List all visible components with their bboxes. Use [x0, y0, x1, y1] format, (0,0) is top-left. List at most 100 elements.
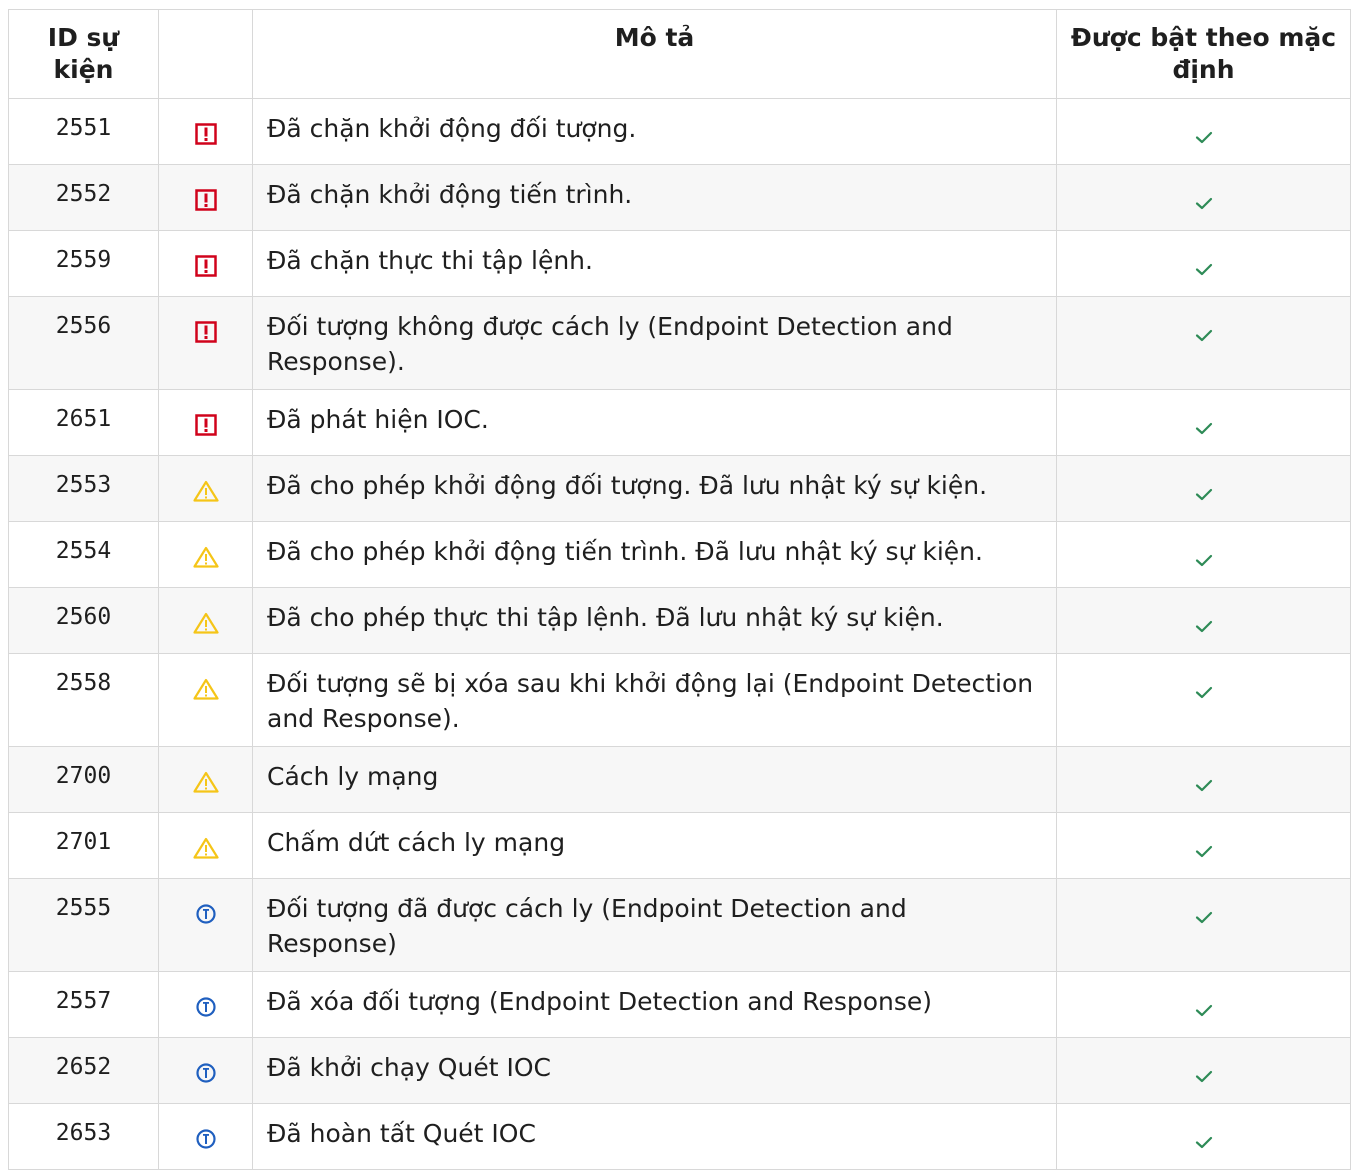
event-id-cell: 2701 — [8, 812, 159, 879]
enabled-cell — [1056, 521, 1351, 588]
warning-icon — [192, 767, 219, 802]
check-icon — [1194, 542, 1214, 577]
table-row: 2559 Đã chặn thực thi tập lệnh. — [8, 230, 1351, 297]
warning-icon — [192, 833, 219, 868]
description-cell: Đối tượng đã được cách ly (Endpoint Dete… — [252, 878, 1057, 972]
event-id-cell: 2700 — [8, 746, 159, 813]
event-id-cell: 2555 — [8, 878, 159, 972]
check-icon — [1194, 833, 1214, 868]
event-id-cell: 2551 — [8, 98, 159, 165]
enabled-cell — [1056, 1103, 1351, 1170]
check-icon — [1194, 185, 1214, 220]
check-icon — [1194, 899, 1214, 934]
table-row: 2551 Đã chặn khởi động đối tượng. — [8, 98, 1351, 165]
check-icon — [1194, 992, 1214, 1027]
warning-icon — [192, 542, 219, 577]
enabled-cell — [1056, 653, 1351, 747]
description-cell: Đã phát hiện IOC. — [252, 389, 1057, 456]
description-cell: Đã chặn thực thi tập lệnh. — [252, 230, 1057, 297]
info-icon — [195, 1124, 217, 1159]
severity-cell — [158, 296, 253, 390]
table-row: 2554 Đã cho phép khởi động tiến trình. Đã… — [8, 521, 1351, 588]
event-id-cell: 2652 — [8, 1037, 159, 1104]
table-row: 2560 Đã cho phép thực thi tập lệnh. Đã lư… — [8, 587, 1351, 654]
description-cell: Đã xóa đối tượng (Endpoint Detection and… — [252, 971, 1057, 1038]
description-cell: Đã khởi chạy Quét IOC — [252, 1037, 1057, 1104]
event-id-cell: 2560 — [8, 587, 159, 654]
enabled-cell — [1056, 746, 1351, 813]
severity-cell — [158, 230, 253, 297]
event-id-cell: 2554 — [8, 521, 159, 588]
table-row: 2558 Đối tượng sẽ bị xóa sau khi khởi độn… — [8, 653, 1351, 747]
enabled-cell — [1056, 389, 1351, 456]
table-row: 2653 Đã hoàn tất Quét IOC — [8, 1103, 1351, 1170]
description-cell: Đã chặn khởi động đối tượng. — [252, 98, 1057, 165]
critical-icon — [194, 185, 217, 220]
event-id-cell: 2552 — [8, 164, 159, 231]
enabled-cell — [1056, 971, 1351, 1038]
severity-cell — [158, 812, 253, 879]
description-cell: Cách ly mạng — [252, 746, 1057, 813]
check-icon — [1194, 608, 1214, 643]
enabled-cell — [1056, 1037, 1351, 1104]
check-icon — [1194, 767, 1214, 802]
event-id-cell: 2556 — [8, 296, 159, 390]
table-row: 2701 Chấm dứt cách ly mạng — [8, 812, 1351, 879]
warning-icon — [192, 476, 219, 511]
enabled-cell — [1056, 812, 1351, 879]
header-description: Mô tả — [252, 9, 1057, 99]
header-enabled-by-default: Được bật theo mặc định — [1056, 9, 1351, 99]
event-id-cell: 2557 — [8, 971, 159, 1038]
description-cell: Đã cho phép thực thi tập lệnh. Đã lưu nh… — [252, 587, 1057, 654]
description-cell: Đã chặn khởi động tiến trình. — [252, 164, 1057, 231]
enabled-cell — [1056, 587, 1351, 654]
warning-icon — [192, 608, 219, 643]
severity-cell — [158, 389, 253, 456]
description-cell: Đã cho phép khởi động tiến trình. Đã lưu… — [252, 521, 1057, 588]
severity-cell — [158, 521, 253, 588]
table-row: 2553 Đã cho phép khởi động đối tượng. Đã … — [8, 455, 1351, 522]
severity-cell — [158, 878, 253, 972]
critical-icon — [194, 119, 217, 154]
table-row: 2557 Đã xóa đối tượng (Endpoint Detection… — [8, 971, 1351, 1038]
info-icon — [195, 899, 217, 934]
severity-cell — [158, 1103, 253, 1170]
check-icon — [1194, 317, 1214, 352]
check-icon — [1194, 476, 1214, 511]
severity-cell — [158, 455, 253, 522]
event-id-cell: 2651 — [8, 389, 159, 456]
enabled-cell — [1056, 296, 1351, 390]
enabled-cell — [1056, 878, 1351, 972]
enabled-cell — [1056, 98, 1351, 165]
check-icon — [1194, 1058, 1214, 1093]
check-icon — [1194, 410, 1214, 445]
table-row: 2651 Đã phát hiện IOC. — [8, 389, 1351, 456]
event-id-cell: 2559 — [8, 230, 159, 297]
enabled-cell — [1056, 164, 1351, 231]
description-cell: Đối tượng không được cách ly (Endpoint D… — [252, 296, 1057, 390]
event-id-cell: 2558 — [8, 653, 159, 747]
check-icon — [1194, 674, 1214, 709]
critical-icon — [194, 410, 217, 445]
check-icon — [1194, 251, 1214, 286]
severity-cell — [158, 971, 253, 1038]
event-id-cell: 2653 — [8, 1103, 159, 1170]
events-table: ID sự kiện Mô tả Được bật theo mặc định … — [8, 9, 1351, 1170]
critical-icon — [194, 317, 217, 352]
table-row: 2652 Đã khởi chạy Quét IOC — [8, 1037, 1351, 1104]
header-severity — [158, 9, 253, 99]
enabled-cell — [1056, 455, 1351, 522]
check-icon — [1194, 119, 1214, 154]
description-cell: Đối tượng sẽ bị xóa sau khi khởi động lạ… — [252, 653, 1057, 747]
table-row: 2552 Đã chặn khởi động tiến trình. — [8, 164, 1351, 231]
severity-cell — [158, 587, 253, 654]
enabled-cell — [1056, 230, 1351, 297]
table-row: 2556 Đối tượng không được cách ly (Endpoi… — [8, 296, 1351, 390]
header-event-id: ID sự kiện — [8, 9, 159, 99]
info-icon — [195, 992, 217, 1027]
critical-icon — [194, 251, 217, 286]
severity-cell — [158, 746, 253, 813]
severity-cell — [158, 98, 253, 165]
table-body: 2551 Đã chặn khởi động đối tượng. 2552 Đã c… — [8, 98, 1351, 1170]
table-row: 2700 Cách ly mạng — [8, 746, 1351, 813]
